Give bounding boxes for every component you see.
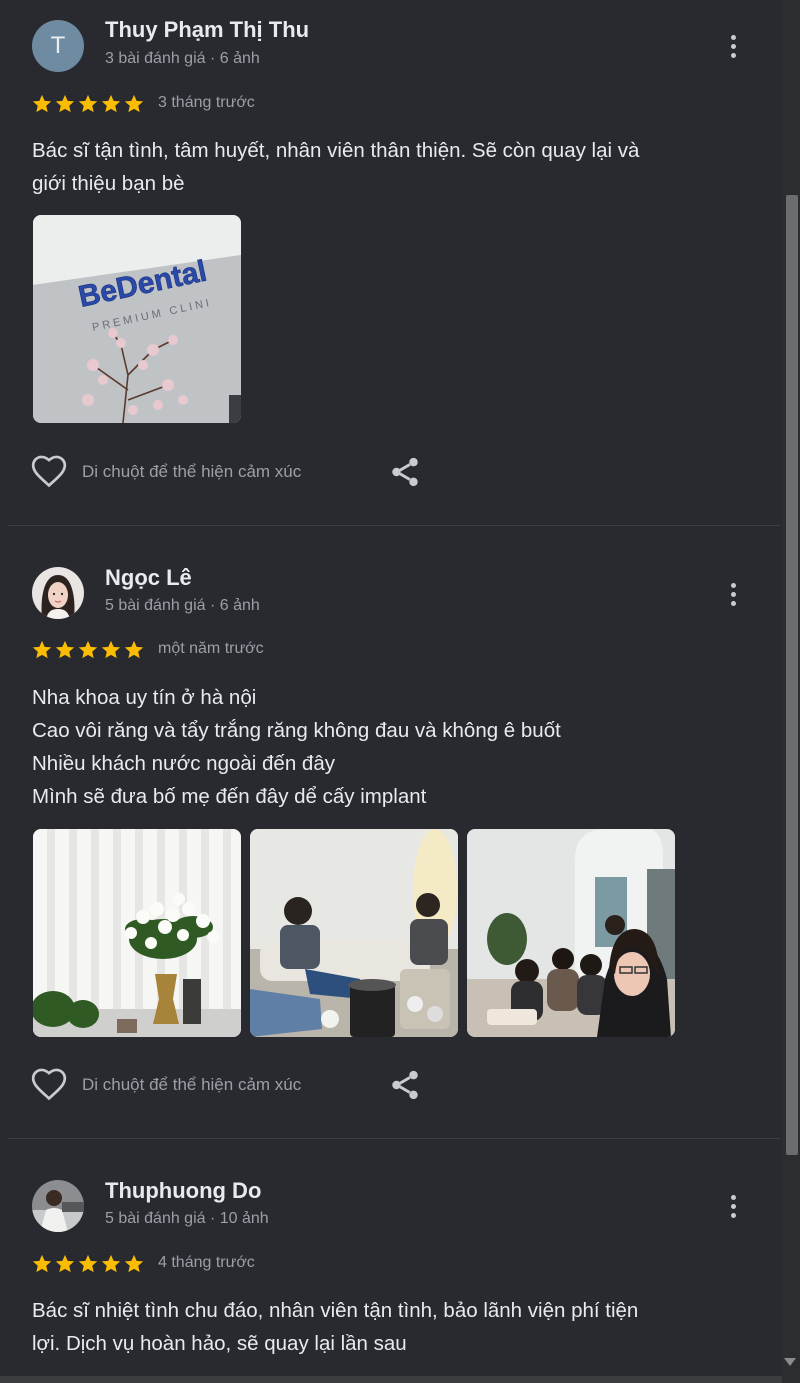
review-text-line: Bác sĩ nhiệt tình chu đáo, nhân viên tận… [32, 1299, 639, 1322]
review-text-line: Nha khoa uy tín ở hà nội [32, 686, 257, 709]
review-time: 3 tháng trước [158, 94, 255, 111]
avatar[interactable] [32, 567, 84, 619]
review-card: T Thuy Phạm Thị Thu 3 bài đánh giá · 6 ả… [0, 0, 782, 525]
waiting-room-photo [250, 829, 458, 1037]
star-icon [124, 94, 144, 113]
reviewer-meta: 3 bài đánh giá · 6 ảnh [105, 50, 260, 67]
star-icon [55, 640, 75, 659]
star-icon [32, 640, 52, 659]
review-photo[interactable] [250, 829, 458, 1037]
reviewer-name[interactable]: Thuphuong Do [105, 1178, 261, 1204]
reaction-hint: Di chuột để thể hiện cảm xúc [82, 1075, 302, 1094]
avatar-photo [32, 1180, 84, 1232]
next-photo-edge [0, 1376, 782, 1383]
star-icon [55, 94, 75, 113]
avatar-letter: T [50, 32, 66, 59]
review-text: Nha khoa uy tín ở hà nội Cao vôi răng và… [32, 681, 752, 813]
avatar-photo [32, 567, 84, 619]
reviewer-name[interactable]: Thuy Phạm Thị Thu [105, 17, 309, 43]
review-divider [8, 525, 780, 526]
more-vert-icon [730, 1194, 736, 1200]
share-icon[interactable] [388, 455, 422, 489]
reviewer-name[interactable]: Ngọc Lê [105, 565, 192, 591]
scrollbar-thumb[interactable] [786, 195, 798, 1155]
star-rating [31, 639, 145, 661]
star-icon [101, 640, 121, 659]
flower-vase-photo [33, 829, 241, 1037]
more-vert-icon [730, 34, 736, 40]
star-icon [78, 94, 98, 113]
review-text-line: Bác sĩ tận tình, tâm huyết, nhân viên th… [32, 139, 640, 162]
review-time: 4 tháng trước [158, 1254, 255, 1271]
star-icon [78, 1254, 98, 1273]
review-text-line: lợi. Dịch vụ hoàn hảo, sẽ quay lại lần s… [32, 1332, 407, 1355]
review-text: Bác sĩ tận tình, tâm huyết, nhân viên th… [32, 134, 752, 200]
heart-outline-icon[interactable] [30, 1066, 68, 1104]
review-photo[interactable] [33, 829, 241, 1037]
reviews-feed: T Thuy Phạm Thị Thu 3 bài đánh giá · 6 ả… [0, 0, 782, 1383]
review-text-line: giới thiệu bạn bè [32, 172, 185, 195]
review-text-line: Cao vôi răng và tẩy trắng răng không đau… [32, 719, 561, 742]
review-card: Thuphuong Do 5 bài đánh giá · 10 ảnh 4 t… [0, 1150, 782, 1376]
group-photo [467, 829, 675, 1037]
review-text: Bác sĩ nhiệt tình chu đáo, nhân viên tận… [32, 1294, 752, 1360]
review-text-line: Nhiều khách nước ngoài đến đây [32, 752, 335, 775]
scroll-down-arrow-icon[interactable] [784, 1358, 796, 1366]
star-icon [101, 1254, 121, 1273]
star-icon [101, 94, 121, 113]
more-options-button[interactable] [718, 1188, 748, 1224]
more-vert-icon [730, 582, 736, 588]
more-options-button[interactable] [718, 28, 748, 64]
star-icon [32, 1254, 52, 1273]
review-card: Ngọc Lê 5 bài đánh giá · 6 ảnh một năm t… [0, 540, 782, 1138]
star-icon [55, 1254, 75, 1273]
reviewer-meta: 5 bài đánh giá · 10 ảnh [105, 1210, 269, 1227]
heart-outline-icon[interactable] [30, 453, 68, 491]
review-photo[interactable]: BeDental PREMIUM CLINI [33, 215, 241, 423]
star-icon [32, 94, 52, 113]
star-rating [31, 93, 145, 115]
review-divider [8, 1138, 780, 1139]
review-time: một năm trước [158, 640, 264, 657]
star-icon [124, 1254, 144, 1273]
star-icon [78, 640, 98, 659]
review-text-line: Mình sẽ đưa bố mẹ đến đây dể cấy implant [32, 785, 427, 808]
more-options-button[interactable] [718, 576, 748, 612]
share-icon[interactable] [388, 1068, 422, 1102]
reviewer-meta: 5 bài đánh giá · 6 ảnh [105, 597, 260, 614]
reaction-hint: Di chuột để thể hiện cảm xúc [82, 462, 302, 481]
star-rating [31, 1253, 145, 1275]
avatar[interactable] [32, 1180, 84, 1232]
clinic-sign-photo: BeDental PREMIUM CLINI [33, 215, 241, 423]
avatar[interactable]: T [32, 20, 84, 72]
review-photo[interactable] [467, 829, 675, 1037]
star-icon [124, 640, 144, 659]
